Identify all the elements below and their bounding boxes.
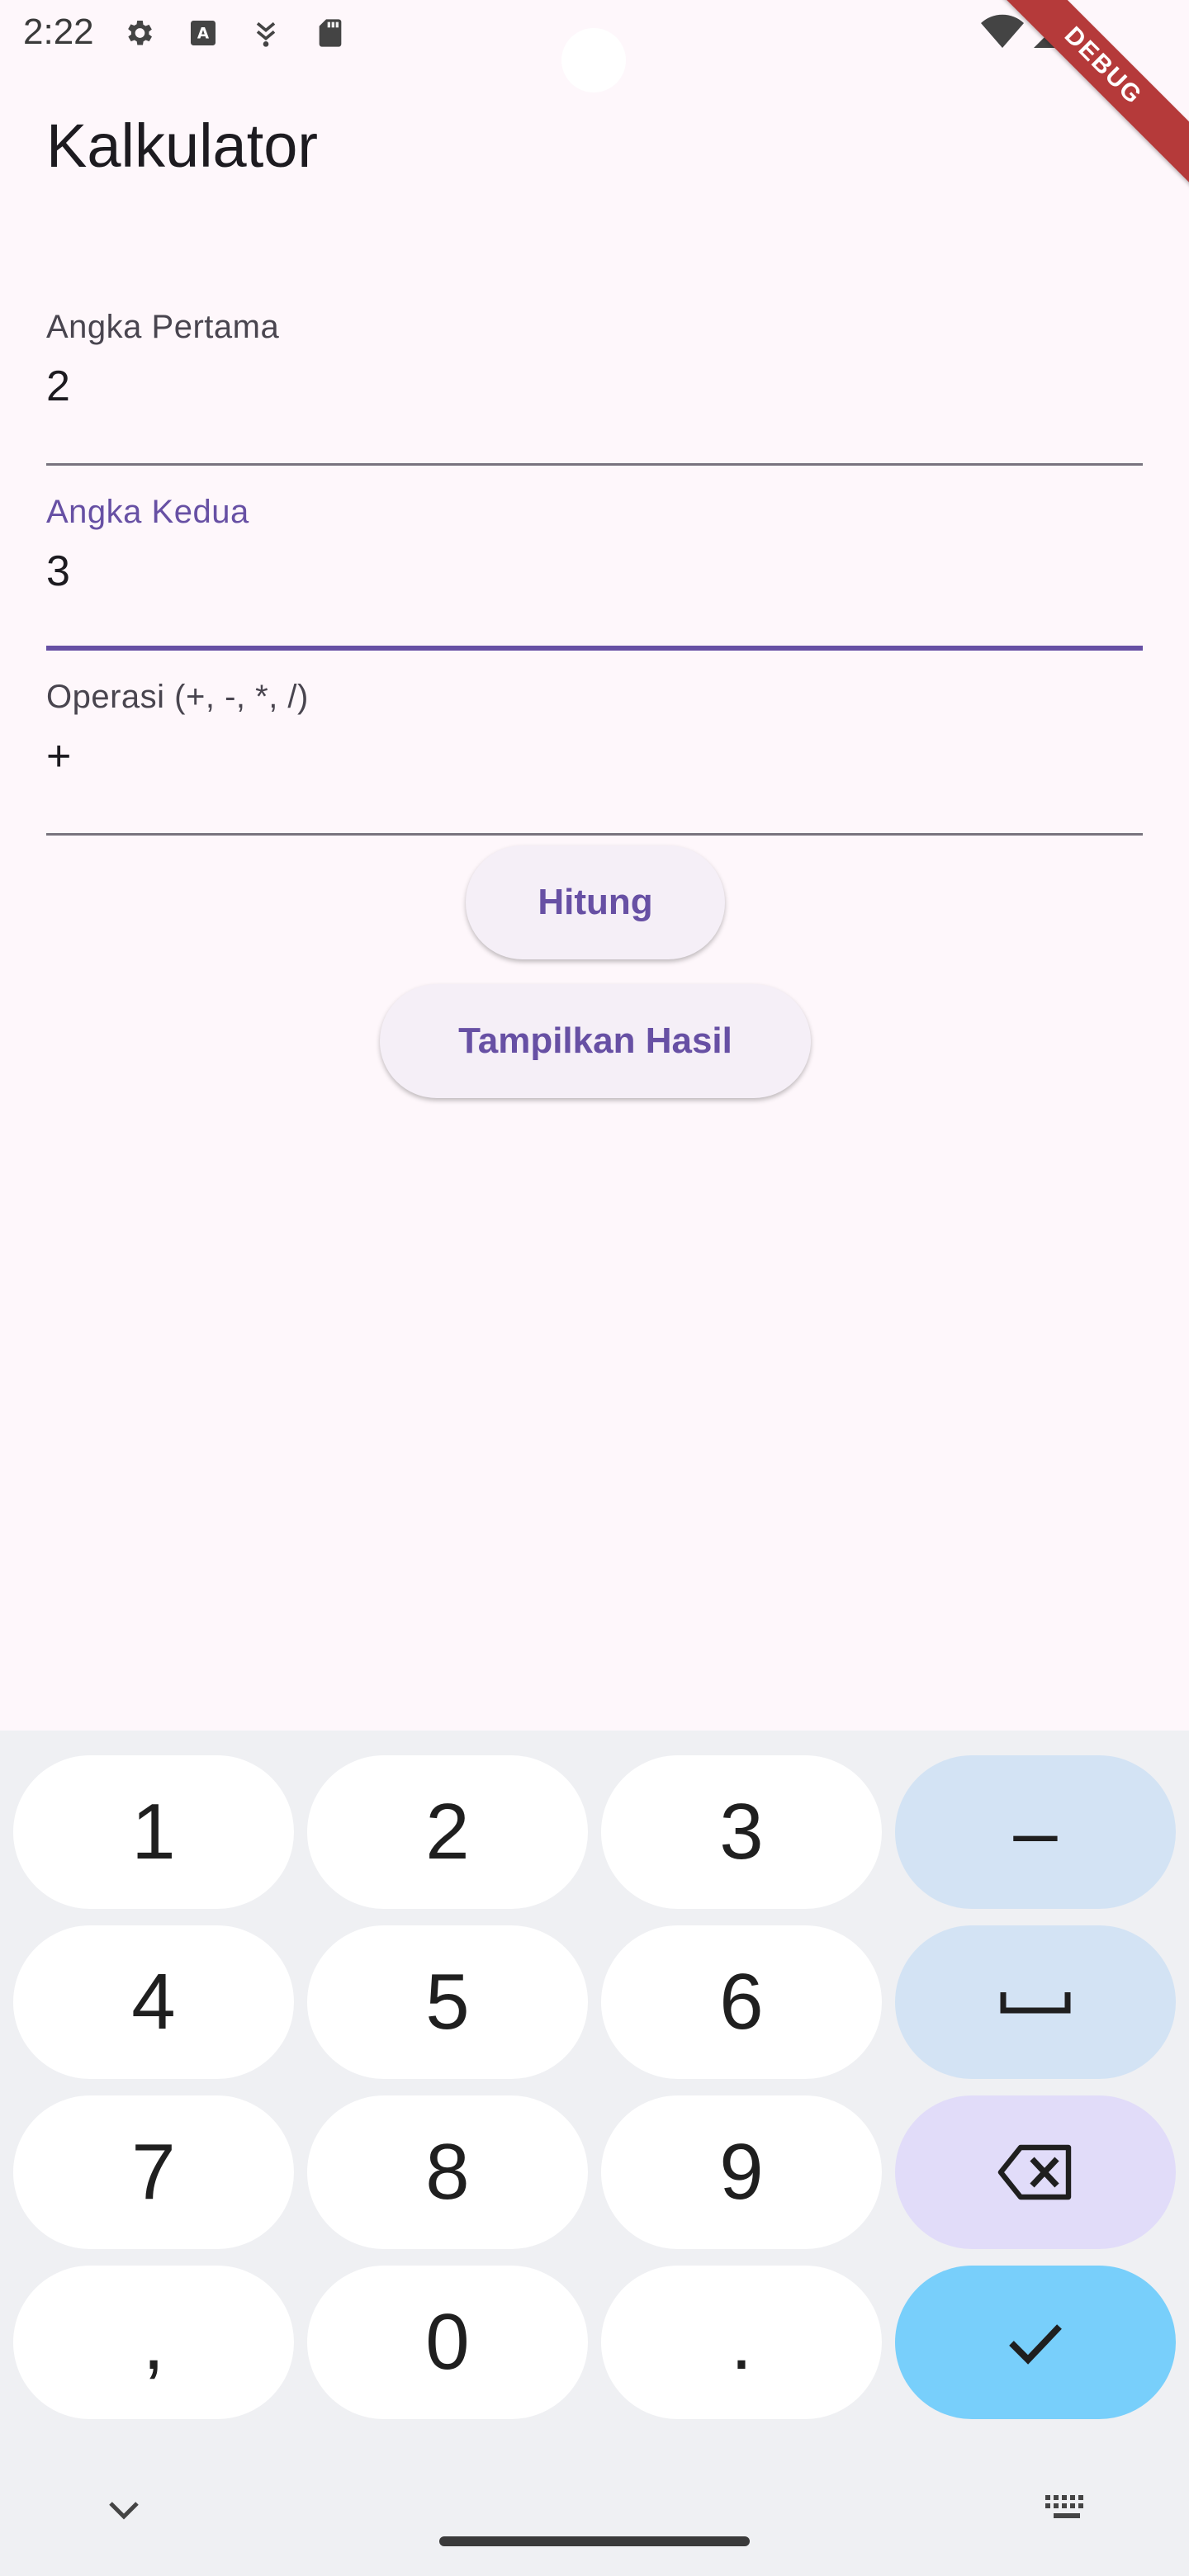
wifi-icon [979, 13, 1026, 50]
backspace-icon [997, 2144, 1072, 2200]
numeric-keyboard: 1 2 3 – 4 5 6 7 8 9 , 0 . [0, 1731, 1189, 2576]
key-9[interactable]: 9 [601, 2095, 882, 2249]
key-2[interactable]: 2 [307, 1755, 588, 1909]
field-label: Angka Pertama [46, 309, 280, 345]
field-underline [46, 646, 1143, 651]
status-time: 2:22 [23, 12, 94, 52]
page-title: Kalkulator [46, 111, 319, 180]
field-label: Operasi (+, -, *, /) [46, 679, 309, 715]
font-a-icon: A [185, 15, 221, 51]
key-comma[interactable]: , [13, 2266, 294, 2419]
shield-arrow-icon [248, 15, 284, 51]
key-done[interactable] [895, 2266, 1176, 2419]
key-minus[interactable]: – [895, 1755, 1176, 1909]
field-value[interactable]: 3 [46, 547, 70, 596]
field-label: Angka Kedua [46, 494, 249, 530]
key-5[interactable]: 5 [307, 1925, 588, 2079]
chevron-down-icon[interactable] [99, 2493, 149, 2526]
home-indicator[interactable] [439, 2536, 750, 2546]
key-8[interactable]: 8 [307, 2095, 588, 2249]
key-space[interactable] [895, 1925, 1176, 2079]
operation-field[interactable]: Operasi (+, -, *, /) + [46, 679, 1143, 836]
first-number-field[interactable]: Angka Pertama 2 [46, 309, 1143, 466]
field-value[interactable]: 2 [46, 362, 70, 411]
key-4[interactable]: 4 [13, 1925, 294, 2079]
field-value[interactable]: + [46, 732, 71, 781]
key-0[interactable]: 0 [307, 2266, 588, 2419]
settings-gear-icon [121, 15, 157, 51]
app-screen: 2:22 A DEBUG Kalkulator Angka Pertama 2 … [0, 0, 1189, 2576]
key-1[interactable]: 1 [13, 1755, 294, 1909]
svg-text:A: A [197, 26, 210, 43]
keyboard-icon[interactable] [1042, 2492, 1092, 2525]
field-underline [46, 463, 1143, 466]
field-underline [46, 833, 1143, 836]
space-bar-icon [1000, 1992, 1071, 2014]
second-number-field[interactable]: Angka Kedua 3 [46, 494, 1143, 651]
key-7[interactable]: 7 [13, 2095, 294, 2249]
sd-card-icon [312, 15, 348, 51]
key-6[interactable]: 6 [601, 1925, 882, 2079]
show-result-button[interactable]: Tampilkan Hasil [380, 984, 811, 1098]
camera-cutout [561, 28, 626, 92]
key-period[interactable]: . [601, 2266, 882, 2419]
calculate-button[interactable]: Hitung [466, 845, 725, 959]
key-backspace[interactable] [895, 2095, 1176, 2249]
checkmark-icon [1009, 2324, 1062, 2365]
key-3[interactable]: 3 [601, 1755, 882, 1909]
status-bar: 2:22 A [0, 0, 1189, 92]
